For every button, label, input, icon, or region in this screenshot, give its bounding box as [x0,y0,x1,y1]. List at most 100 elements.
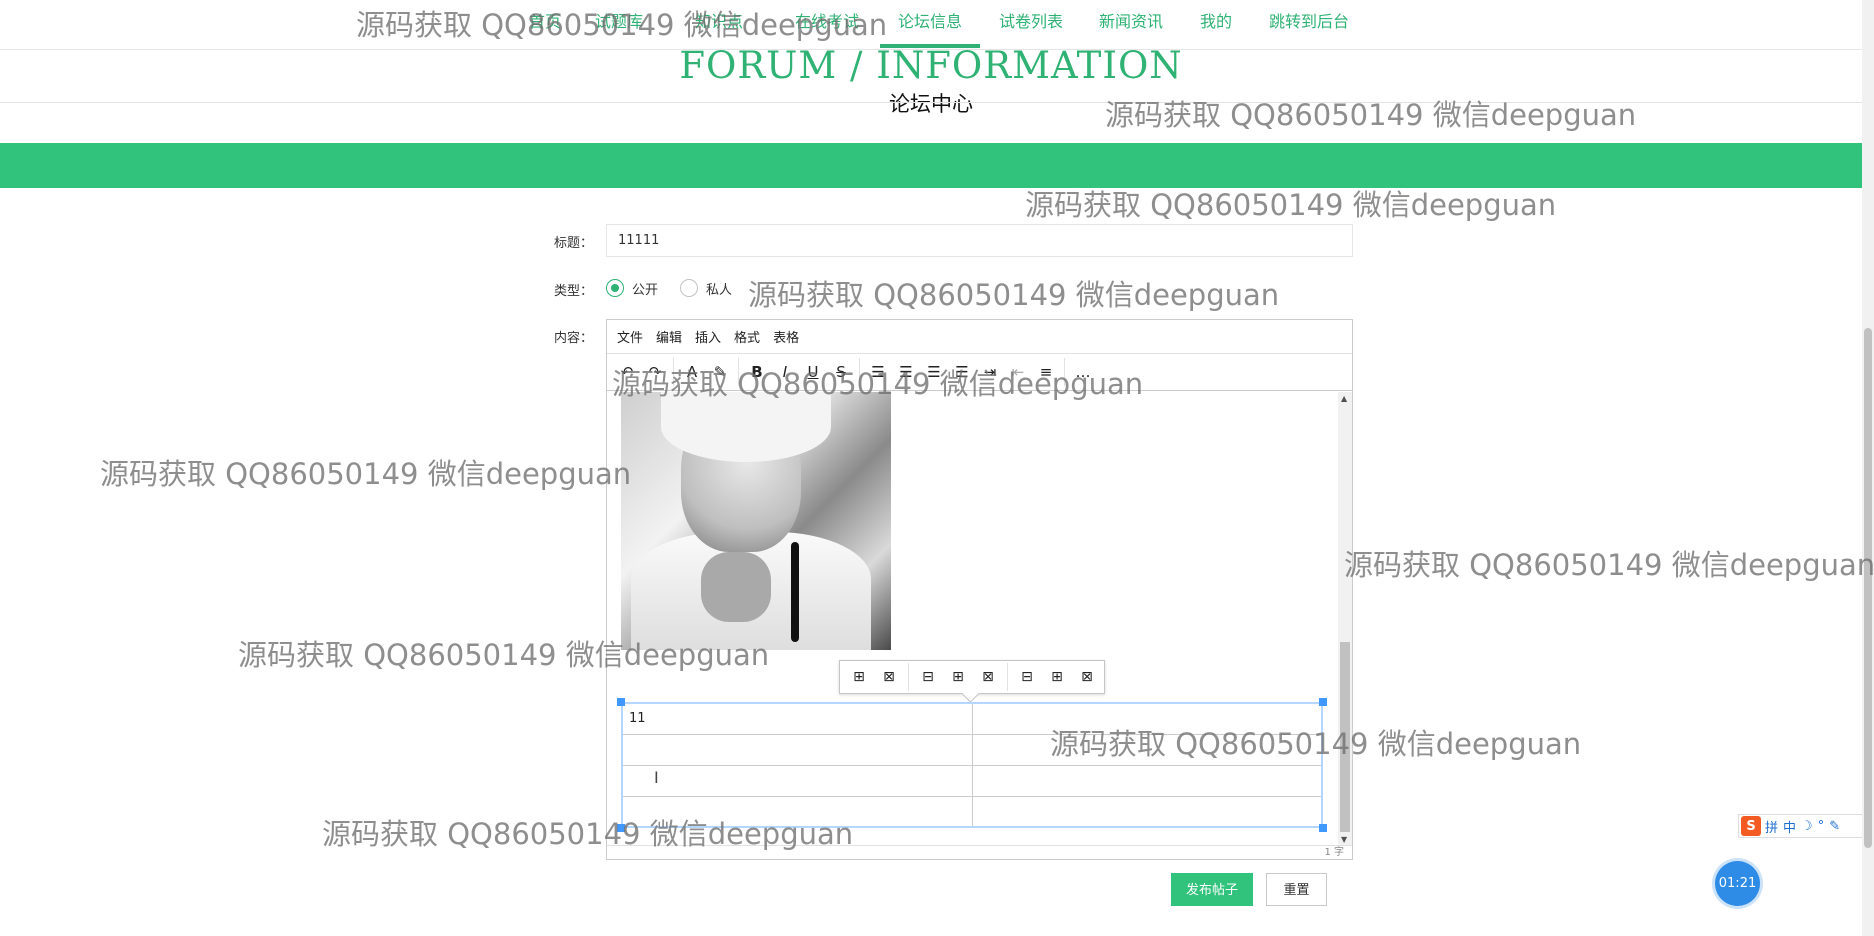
strikethrough-icon[interactable]: S [827,358,855,386]
content-table[interactable]: 11 [621,702,1323,828]
resize-handle[interactable] [1319,824,1327,832]
underline-icon[interactable]: U [799,358,827,386]
toolbar-separator [1064,358,1065,386]
table-cell[interactable] [621,795,973,828]
table-cell[interactable] [971,764,1323,797]
redo-icon[interactable]: ↷ [641,358,669,386]
page-title-en: FORUM / INFORMATION [679,44,1183,87]
delete-table-icon[interactable]: ⊠ [874,663,904,691]
watermark: 源码获取 QQ86050149 微信deepguan [1344,548,1874,582]
toolbar-separator [1007,663,1008,691]
table-cell[interactable] [971,795,1323,828]
menu-table[interactable]: 表格 [773,327,799,346]
photo-detail [701,552,771,622]
editor-scrollbar[interactable]: ▲ ▼ [1338,392,1352,846]
insert-col-before-icon[interactable]: ⊟ [1012,663,1042,691]
nav-online-exam[interactable]: 在线考试 [795,0,859,48]
resize-handle[interactable] [617,824,625,832]
table-row [621,733,1323,766]
nav-knowledge[interactable]: 知识点 [695,0,743,48]
scroll-up-icon[interactable]: ▲ [1341,394,1347,403]
radio-public[interactable]: 公开 [606,279,658,298]
radio-unchecked-icon [680,279,698,297]
reset-button[interactable]: 重置 [1266,873,1327,906]
sogou-logo-icon: S [1741,816,1761,836]
photo-detail [791,542,799,642]
insert-col-after-icon[interactable]: ⊞ [1042,663,1072,691]
moon-icon[interactable]: ☽ [1801,819,1813,834]
delete-row-icon[interactable]: ⊠ [973,663,1003,691]
highlight-icon[interactable]: ✎ [706,358,734,386]
table-cell[interactable] [971,733,1323,766]
green-banner [0,143,1862,188]
toolbar-separator [908,663,909,691]
toolbar-separator [673,358,674,386]
undo-icon[interactable]: ↶ [613,358,641,386]
rich-text-editor: 文件 编辑 插入 格式 表格 ↶ ↷ A ✎ B I U S ☰ ☰ ☰ ☰ ⇥… [606,319,1353,860]
table-cell[interactable] [621,733,973,766]
list-icon[interactable]: ≡ [1032,358,1060,386]
title-input[interactable]: 11111 [606,224,1353,257]
editor-menubar: 文件 编辑 插入 格式 表格 [607,320,1352,354]
settings-icon[interactable]: ✎ [1829,819,1840,834]
insert-row-before-icon[interactable]: ⊟ [913,663,943,691]
more-icon[interactable]: … [1069,358,1097,386]
ime-pinyin[interactable]: 拼 [1765,817,1778,836]
align-center-icon[interactable]: ☰ [892,358,920,386]
table-props-icon[interactable]: ⊞ [844,663,874,691]
table-cell[interactable] [621,764,973,797]
table-row [621,764,1323,797]
font-color-icon[interactable]: A [678,358,706,386]
watermark: 源码获取 QQ86050149 微信deepguan [748,278,1280,312]
toolbar-separator [738,358,739,386]
delete-col-icon[interactable]: ⊠ [1072,663,1102,691]
nav-paper-list[interactable]: 试卷列表 [999,0,1063,48]
italic-icon[interactable]: I [771,358,799,386]
editor-toolbar: ↶ ↷ A ✎ B I U S ☰ ☰ ☰ ☰ ⇥ ⇤ ≡ … [607,354,1352,391]
table-row [621,795,1323,828]
scroll-thumb[interactable] [1340,642,1350,832]
resize-handle[interactable] [617,698,625,706]
align-right-icon[interactable]: ☰ [920,358,948,386]
table-cell[interactable]: 11 [621,702,973,735]
menu-insert[interactable]: 插入 [695,327,721,346]
watermark: 源码获取 QQ86050149 微信deepguan [1025,188,1557,222]
menu-format[interactable]: 格式 [734,327,760,346]
ime-toolbar[interactable]: S 拼 中 ☽ ° ✎ [1738,814,1874,838]
page-scroll-thumb[interactable] [1864,328,1872,848]
ime-chinese[interactable]: 中 [1783,817,1796,836]
type-label: 类型： [554,284,594,299]
align-left-icon[interactable]: ☰ [864,358,892,386]
nav-question-bank[interactable]: 试题库 [595,0,643,48]
scroll-down-icon[interactable]: ▼ [1341,835,1347,844]
menu-file[interactable]: 文件 [617,327,643,346]
table-row: 11 [621,702,1323,735]
editor-content[interactable]: ⊞ ⊠ ⊟ ⊞ ⊠ ⊟ ⊞ ⊠ 11 I [607,392,1338,846]
page-scrollbar[interactable] [1862,0,1874,936]
bold-icon[interactable]: B [743,358,771,386]
content-label: 内容： [554,331,594,346]
insert-row-after-icon[interactable]: ⊞ [943,663,973,691]
publish-post-button[interactable]: 发布帖子 [1171,873,1253,906]
nav-admin[interactable]: 跳转到后台 [1269,0,1349,48]
radio-checked-icon [606,279,624,297]
align-justify-icon[interactable]: ☰ [948,358,976,386]
page: 首页 试题库 知识点 在线考试 论坛信息 试卷列表 新闻资讯 我的 跳转到后台 … [0,0,1874,936]
editor-word-count: 1 字 [607,845,1352,859]
nav-mine[interactable]: 我的 [1200,0,1232,48]
nav-home[interactable]: 首页 [529,0,561,48]
inserted-photo[interactable] [621,392,891,650]
toolbar-separator [859,358,860,386]
resize-handle[interactable] [1319,698,1327,706]
radio-private-label: 私人 [706,282,733,298]
outdent-icon[interactable]: ⇤ [1004,358,1032,386]
nav-forum[interactable]: 论坛信息 [880,0,980,48]
punctuation-icon[interactable]: ° [1818,819,1825,834]
indent-icon[interactable]: ⇥ [976,358,1004,386]
recording-timer[interactable]: 01:21 [1715,861,1760,906]
menu-edit[interactable]: 编辑 [656,327,682,346]
nav-news[interactable]: 新闻资讯 [1099,0,1163,48]
table-cell[interactable] [971,702,1323,735]
radio-private[interactable]: 私人 [680,279,733,298]
top-nav: 首页 试题库 知识点 在线考试 论坛信息 试卷列表 新闻资讯 我的 跳转到后台 [0,0,1862,50]
